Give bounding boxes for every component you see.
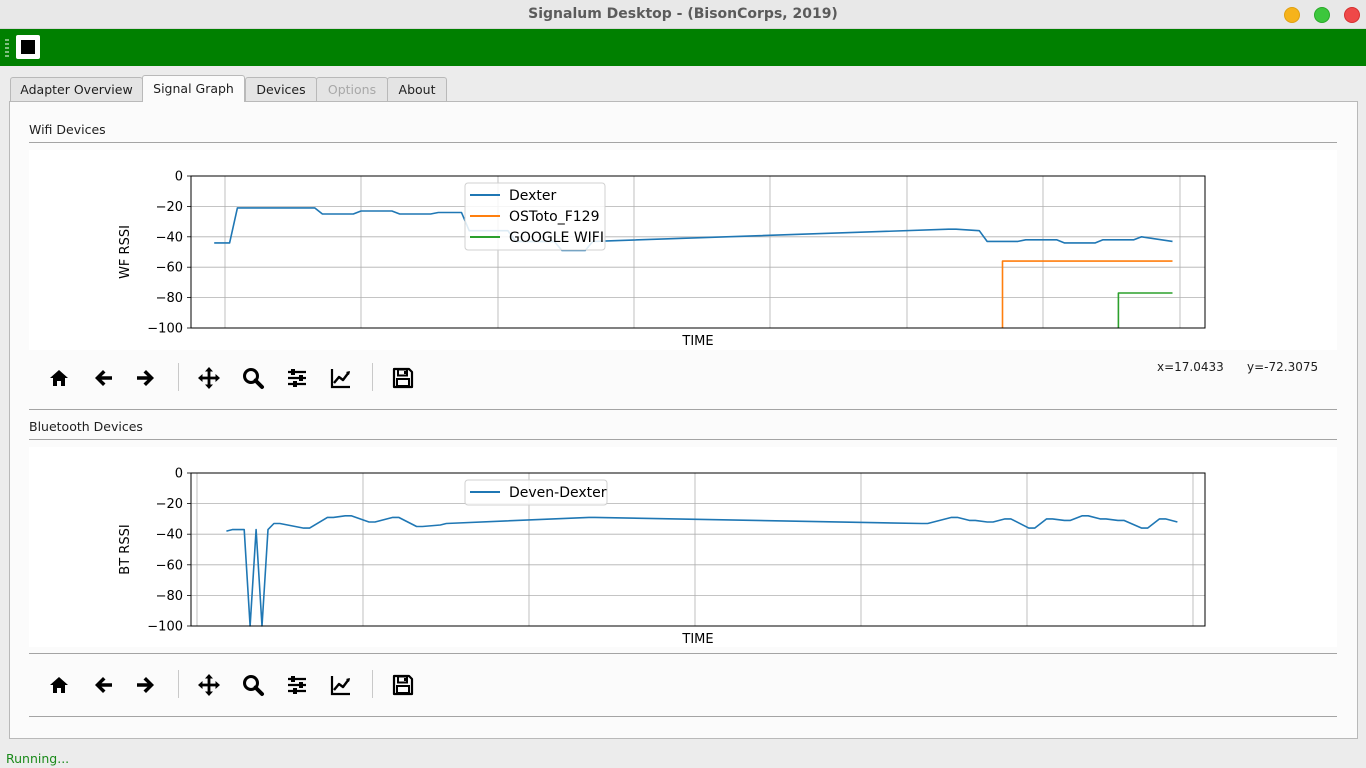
- tab-options: Options: [316, 77, 388, 101]
- y-axis-label: BT RSSI: [118, 524, 133, 574]
- forward-arrow-button[interactable]: [129, 361, 163, 395]
- pan-button[interactable]: [192, 361, 226, 395]
- y-tick-label: −20: [156, 497, 183, 512]
- series-line-dexter: [214, 207, 1173, 252]
- tab-devices[interactable]: Devices: [245, 77, 317, 101]
- pan-icon: [198, 674, 220, 696]
- back-arrow-icon: [95, 370, 112, 386]
- pan-button[interactable]: [192, 668, 226, 702]
- forward-arrow-icon: [137, 677, 154, 693]
- bluetooth-section-label: Bluetooth Devices: [29, 419, 143, 434]
- y-tick-label: −100: [147, 322, 183, 337]
- subplots-config-button[interactable]: [280, 361, 314, 395]
- save-icon: [392, 674, 414, 696]
- home-button[interactable]: [42, 361, 76, 395]
- back-arrow-button[interactable]: [86, 668, 120, 702]
- toolbar-separator: [178, 363, 179, 391]
- app-toolbar: [0, 29, 1366, 66]
- series-line-ostoto-f129: [1001, 260, 1173, 328]
- tab-signal-graph[interactable]: Signal Graph: [142, 75, 245, 102]
- subplots-config-icon: [288, 369, 306, 387]
- y-tick-label: −60: [156, 261, 183, 276]
- y-tick-label: −80: [156, 291, 183, 306]
- zoom-button[interactable]: [236, 668, 270, 702]
- status-bar-text: Running...: [6, 751, 70, 766]
- edit-axis-icon: [330, 369, 350, 389]
- back-arrow-button[interactable]: [86, 361, 120, 395]
- bluetooth-plot-toolbar: [32, 668, 414, 708]
- x-axis-label: TIME: [681, 334, 713, 349]
- back-arrow-icon: [95, 677, 112, 693]
- y-tick-label: −40: [156, 528, 183, 543]
- edit-axis-icon: [330, 676, 350, 696]
- legend-entry: Dexter: [509, 188, 557, 204]
- chart-legend: Dexter OSToto_F129 GOOGLE WIFI: [464, 182, 606, 251]
- y-tick-label: −80: [156, 589, 183, 604]
- tab-adapter-overview[interactable]: Adapter Overview: [10, 77, 143, 101]
- subplots-config-icon: [288, 676, 306, 694]
- zoom-icon: [243, 368, 264, 389]
- divider: [29, 409, 1337, 410]
- window-titlebar: Signalum Desktop - (BisonCorps, 2019): [0, 0, 1366, 29]
- wifi-signal-chart[interactable]: 0 −20 −40 −60 −80 −100 TIME WF RSSI Dexter OSToto…: [29, 150, 1337, 350]
- zoom-button[interactable]: [236, 361, 270, 395]
- cursor-y-coordinate: y=-72.3075: [1247, 360, 1319, 374]
- chart-legend: Deven-Dexter: [464, 479, 608, 506]
- y-tick-label: −60: [156, 558, 183, 573]
- tab-about[interactable]: About: [387, 77, 447, 101]
- legend-entry: OSToto_F129: [509, 209, 599, 225]
- y-tick-label: −40: [156, 230, 183, 245]
- minimize-button[interactable]: [1284, 7, 1300, 23]
- toolbar-grip[interactable]: [5, 39, 9, 57]
- save-button[interactable]: [386, 361, 420, 395]
- axes-frame: [190, 175, 1206, 329]
- close-button[interactable]: [1344, 7, 1360, 23]
- toolbar-separator: [178, 670, 179, 698]
- y-tick-label: 0: [175, 467, 183, 482]
- legend-entry: Deven-Dexter: [509, 485, 607, 501]
- signal-graph-panel: Wifi Devices 0 −20 −40 −60 −80 −100 TIME WF RSS…: [9, 101, 1358, 739]
- x-axis-label: TIME: [681, 632, 713, 647]
- edit-axis-button[interactable]: [324, 668, 358, 702]
- divider: [29, 716, 1337, 717]
- wifi-section-label: Wifi Devices: [29, 122, 106, 137]
- toolbar-separator: [372, 670, 373, 698]
- y-axis-label: WF RSSI: [118, 225, 133, 279]
- home-icon: [50, 677, 68, 693]
- divider: [29, 439, 1337, 440]
- pan-icon: [198, 367, 220, 389]
- y-tick-label: 0: [175, 170, 183, 185]
- bluetooth-signal-chart[interactable]: 0 −20 −40 −60 −80 −100 TIME BT RSSI Deven-Dexter: [29, 447, 1337, 647]
- stop-icon[interactable]: [16, 35, 40, 59]
- divider: [29, 653, 1337, 654]
- maximize-button[interactable]: [1314, 7, 1330, 23]
- home-icon: [50, 370, 68, 386]
- save-icon: [392, 367, 414, 389]
- legend-entry: GOOGLE WIFI: [509, 230, 604, 246]
- cursor-x-coordinate: x=17.0433: [1157, 360, 1224, 374]
- forward-arrow-button[interactable]: [129, 668, 163, 702]
- window-title: Signalum Desktop - (BisonCorps, 2019): [528, 6, 838, 22]
- y-tick-label: −20: [156, 200, 183, 215]
- edit-axis-button[interactable]: [324, 361, 358, 395]
- home-button[interactable]: [42, 668, 76, 702]
- divider: [29, 142, 1337, 143]
- y-tick-label: −100: [147, 620, 183, 635]
- series-line-google-wifi: [1117, 292, 1173, 328]
- axes-frame: [190, 472, 1206, 627]
- zoom-icon: [243, 675, 264, 696]
- forward-arrow-icon: [137, 370, 154, 386]
- series-line-deven-dexter: [226, 515, 1178, 627]
- toolbar-separator: [372, 363, 373, 391]
- subplots-config-button[interactable]: [280, 668, 314, 702]
- save-button[interactable]: [386, 668, 420, 702]
- wifi-plot-toolbar: [32, 361, 414, 401]
